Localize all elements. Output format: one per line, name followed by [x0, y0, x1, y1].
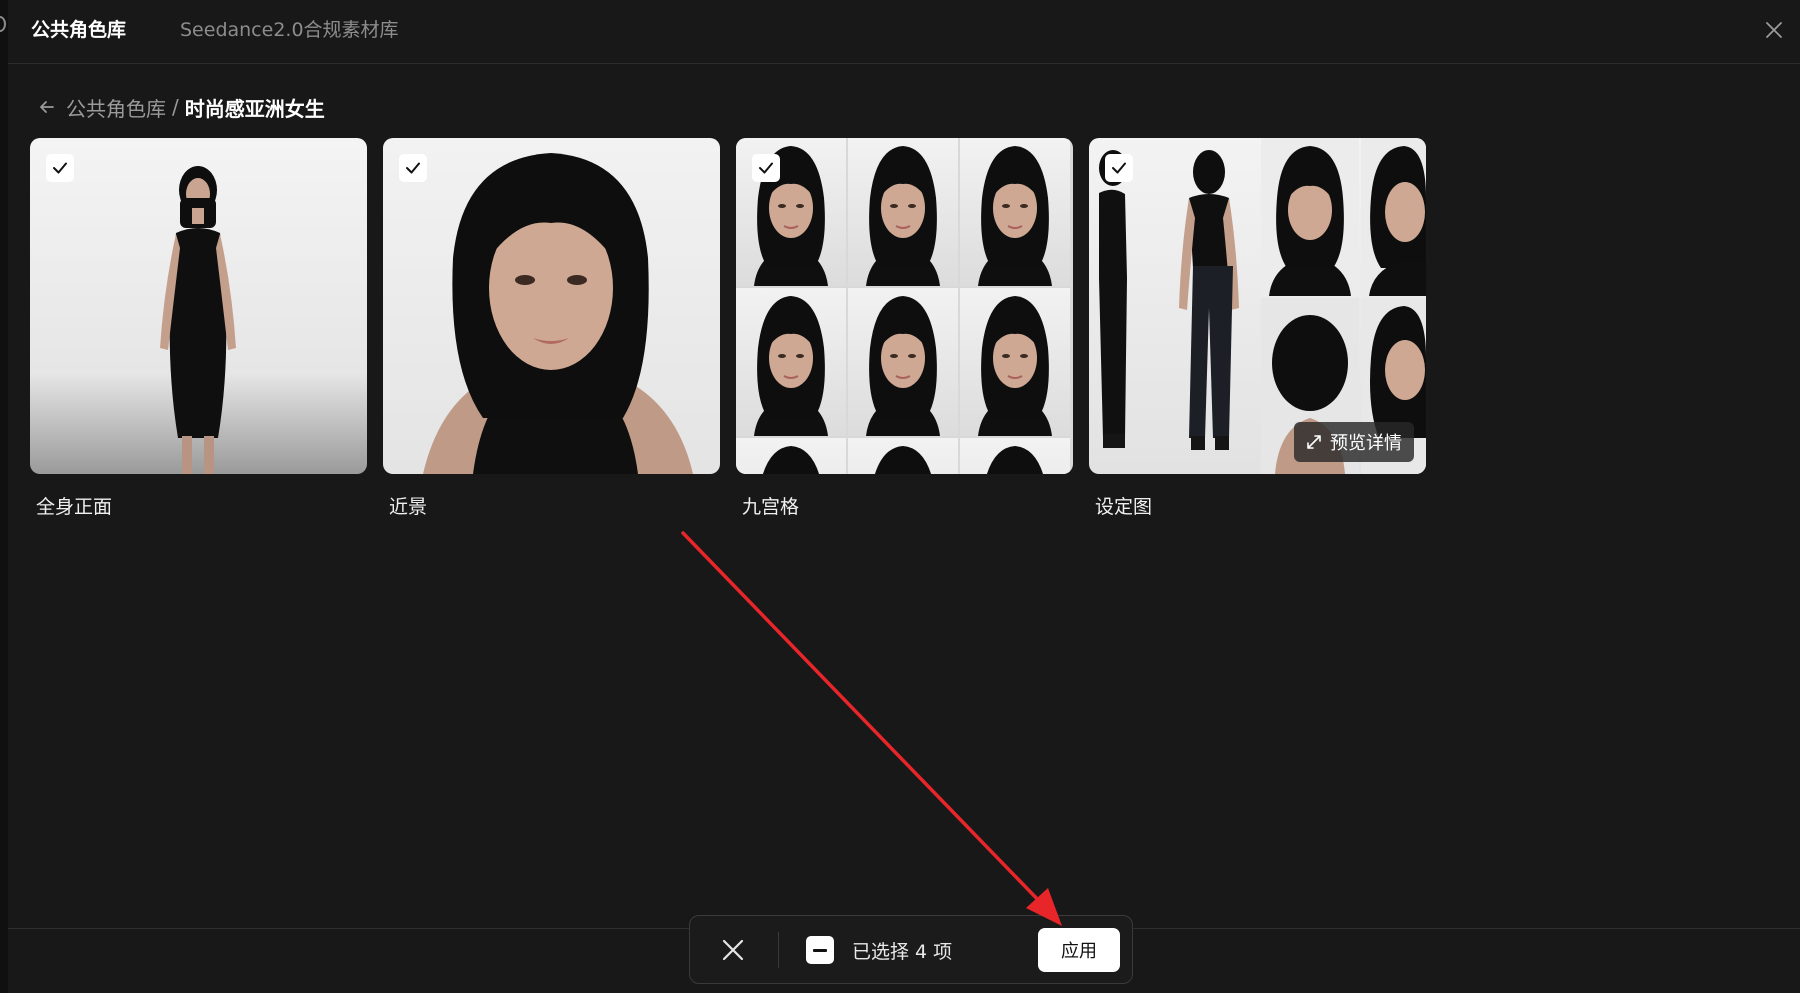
breadcrumb-separator: / — [172, 95, 179, 119]
card-checkbox[interactable] — [752, 154, 780, 182]
preview-details-label: 预览详情 — [1330, 433, 1402, 454]
card-label: 九宫格 — [742, 496, 800, 518]
card-thumbnail[interactable] — [736, 138, 1073, 474]
back-arrow-icon[interactable] — [38, 97, 58, 117]
full-body-figure-image — [160, 166, 236, 474]
check-icon — [1112, 162, 1126, 174]
selection-action-bar: 已选择 4 项 应用 — [689, 915, 1133, 984]
nine-grid-portraits-image — [736, 138, 1071, 474]
tab-seedance-compliance-library[interactable]: Seedance2.0合规素材库 — [180, 17, 399, 43]
card-checkbox[interactable] — [1105, 154, 1133, 182]
tab-public-character-library[interactable]: 公共角色库 — [31, 17, 126, 43]
selected-count: 已选择 4 项 — [852, 941, 953, 963]
close-icon — [1766, 22, 1782, 38]
check-icon — [53, 162, 67, 174]
expand-icon — [1307, 435, 1321, 449]
card-thumbnail[interactable] — [383, 138, 720, 474]
breadcrumb: 公共角色库 / 时尚感亚洲女生 — [38, 93, 325, 121]
check-icon — [406, 162, 420, 174]
card-label: 近景 — [389, 496, 428, 518]
card-label: 全身正面 — [36, 496, 113, 518]
card-nine-grid[interactable]: 九宫格 — [736, 138, 1073, 518]
card-checkbox[interactable] — [399, 154, 427, 182]
card-thumbnail[interactable]: 预览详情 — [1089, 138, 1426, 474]
card-label: 设定图 — [1095, 496, 1153, 518]
check-icon — [759, 162, 773, 174]
background-window-strip — [0, 0, 8, 993]
close-up-portrait-image — [423, 153, 693, 474]
close-icon — [722, 939, 744, 961]
card-character-sheet[interactable]: 预览详情 设定图 — [1089, 138, 1426, 518]
card-close-up[interactable]: 近景 — [383, 138, 720, 518]
action-bar-divider — [778, 932, 779, 968]
card-checkbox[interactable] — [46, 154, 74, 182]
partial-icon — [0, 16, 6, 32]
breadcrumb-current: 时尚感亚洲女生 — [184, 96, 325, 121]
apply-button[interactable]: 应用 — [1038, 928, 1120, 972]
preview-details-button[interactable]: 预览详情 — [1294, 422, 1414, 462]
select-all-checkbox[interactable] — [806, 936, 834, 964]
indeterminate-icon — [813, 948, 827, 952]
card-full-body-front[interactable]: 全身正面 — [30, 138, 367, 518]
dialog-header: 公共角色库 Seedance2.0合规素材库 — [8, 0, 1800, 64]
clear-selection-button[interactable] — [716, 933, 750, 967]
close-button[interactable] — [1760, 16, 1788, 44]
card-thumbnail[interactable] — [30, 138, 367, 474]
character-library-dialog: 公共角色库 Seedance2.0合规素材库 公共角色库 / 时尚感亚洲女生 全… — [8, 0, 1800, 993]
breadcrumb-parent-link[interactable]: 公共角色库 — [66, 93, 166, 122]
